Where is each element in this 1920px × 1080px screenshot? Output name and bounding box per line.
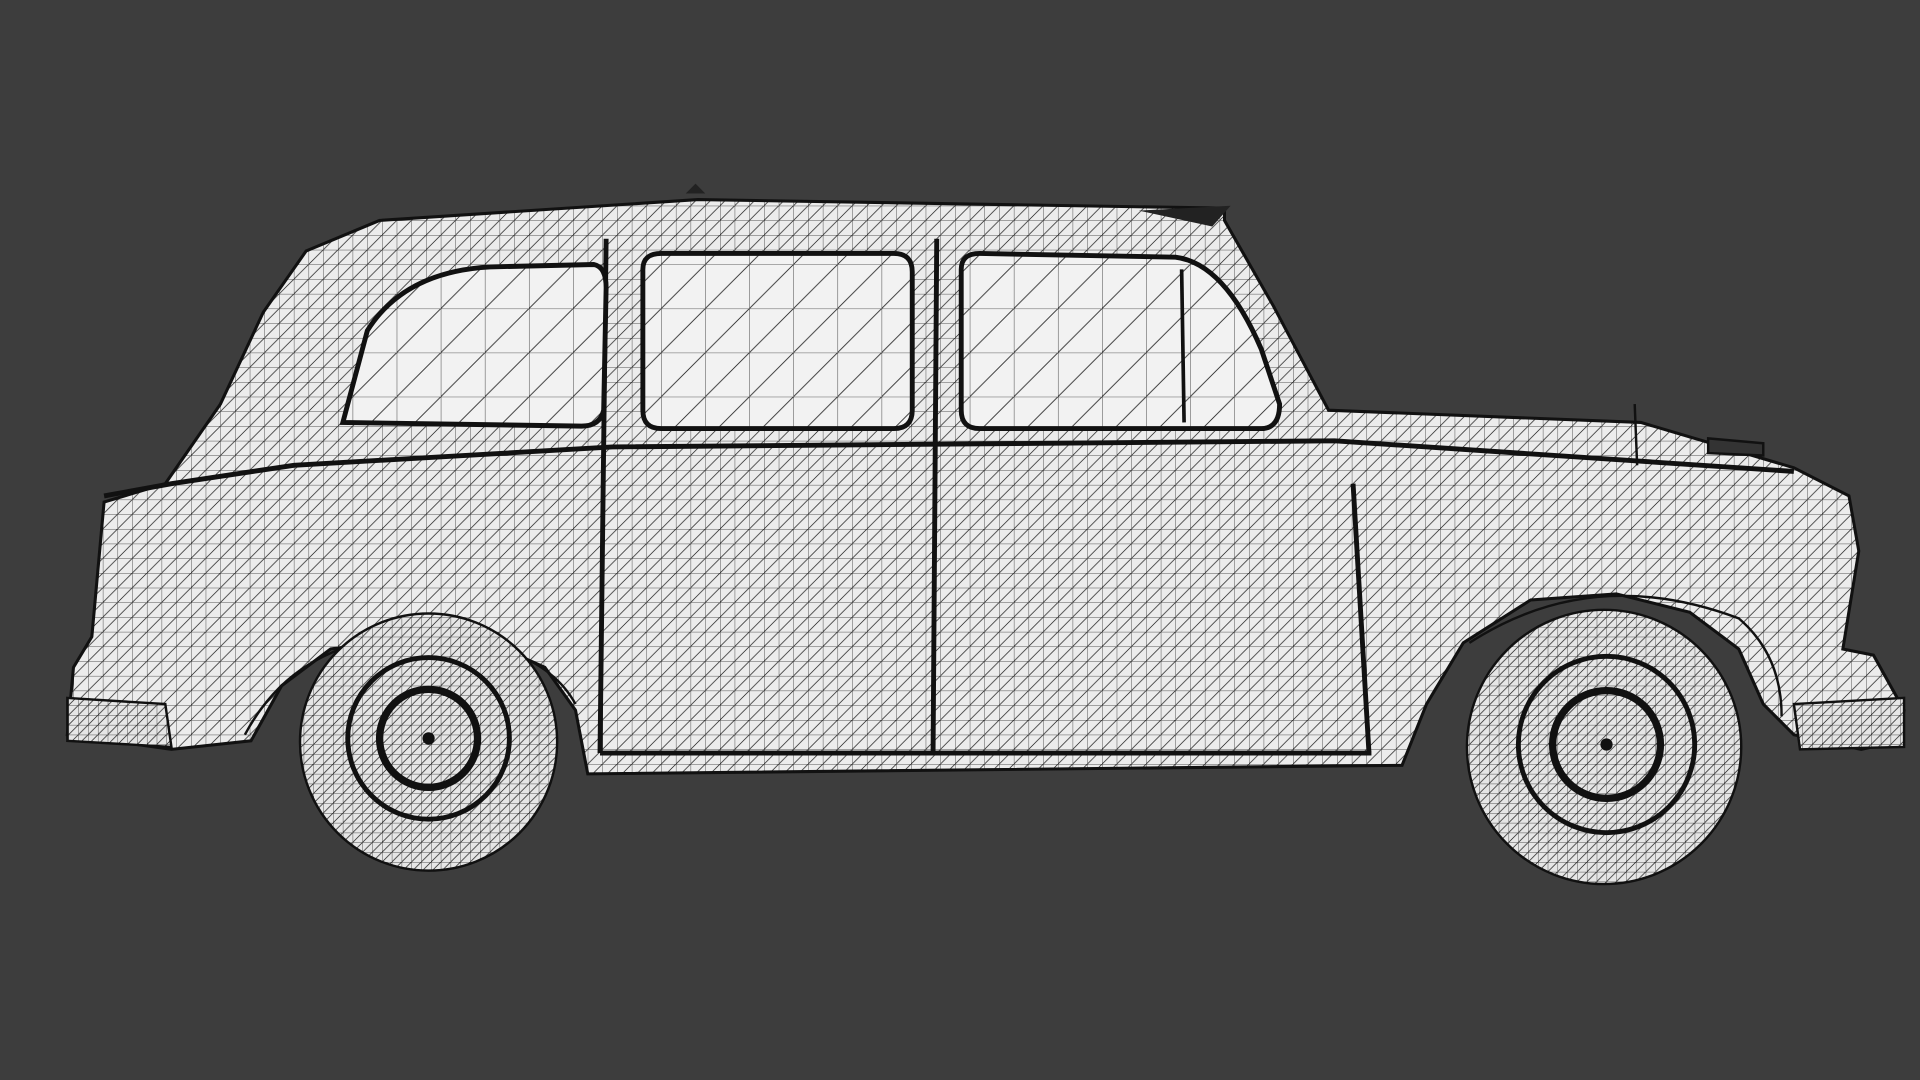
window-divider [1179,269,1186,423]
windows [339,251,1283,432]
front-hub-center [1600,738,1613,751]
taxi-wireframe-render [65,183,1906,886]
rear-door-window [640,251,915,432]
front-wheel [1465,608,1743,886]
rear-hub-center [422,732,435,745]
3d-viewport[interactable] [0,0,1920,1080]
rear-wheel [298,612,559,872]
